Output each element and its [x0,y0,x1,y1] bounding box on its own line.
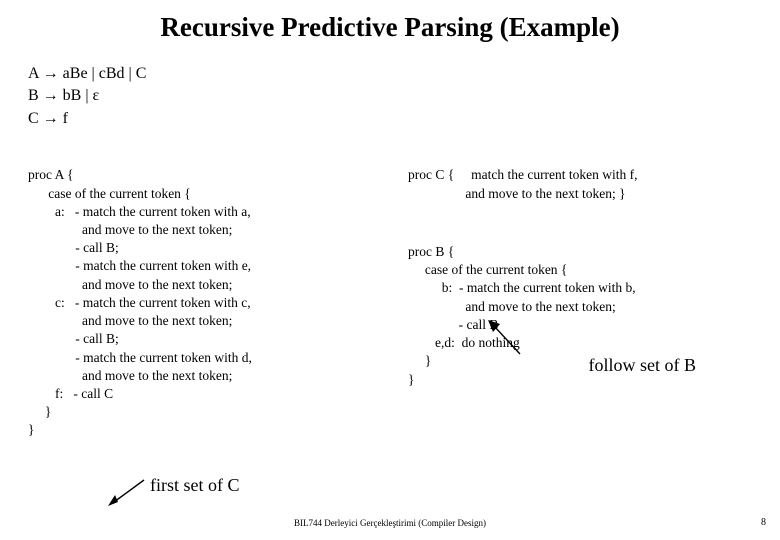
page-number: 8 [761,517,766,528]
proc-c-l0: proc C { match the current token with f, [408,167,638,182]
proc-a-l8: and move to the next token; [28,313,232,328]
grammar-line-3: C → f [28,108,752,130]
proc-b-block: proc B { case of the current token { b: … [408,225,752,389]
proc-a-l11: and move to the next token; [28,368,232,383]
spacer [408,203,752,225]
proc-a-l13: } [28,404,51,419]
annotation-follow-set-b: follow set of B [589,353,697,377]
annotation-first-set-c: first set of C [150,473,240,497]
proc-a-l3: and move to the next token; [28,222,232,237]
proc-b-l7: } [408,372,414,387]
right-column: proc C { match the current token with f,… [408,148,752,440]
proc-b-l3: and move to the next token; [408,299,616,314]
proc-c-block: proc C { match the current token with f,… [408,148,752,203]
arrow-first-c-icon [108,478,150,508]
proc-a-l7: c: - match the current token with c, [28,295,251,310]
proc-a-l12: f: - call C [28,386,113,401]
proc-a-l2: a: - match the current token with a, [28,204,251,219]
left-column: proc A { case of the current token { a: … [28,148,398,440]
grammar-block: A → aBe | cBd | C B → bB | ε C → f [28,63,752,130]
footer-text: BIL744 Derleyici Gerçekleştirimi (Compil… [0,518,780,528]
proc-a-l4: - call B; [28,240,119,255]
proc-a-l9: - call B; [28,331,119,346]
proc-a-l6: and move to the next token; [28,277,232,292]
proc-a-l10: - match the current token with d, [28,350,252,365]
proc-c-l1: and move to the next token; } [408,186,626,201]
proc-a-l14: } [28,422,34,437]
proc-a-l5: - match the current token with e, [28,258,251,273]
slide: Recursive Predictive Parsing (Example) A… [0,0,780,540]
proc-b-l4: - call B [408,317,498,332]
proc-b-l1: case of the current token { [408,262,567,277]
grammar-line-2: B → bB | ε [28,85,752,107]
proc-b-l2: b: - match the current token with b, [408,280,636,295]
proc-a-block: proc A { case of the current token { a: … [28,148,398,440]
proc-b-l0: proc B { [408,244,454,259]
grammar-line-1: A → aBe | cBd | C [28,63,752,85]
content-columns: proc A { case of the current token { a: … [28,148,752,440]
page-title: Recursive Predictive Parsing (Example) [28,12,752,43]
arrow-follow-b-icon [486,320,526,356]
proc-a-l1: case of the current token { [28,186,191,201]
proc-b-l6: } [408,353,431,368]
proc-a-l0: proc A { [28,167,73,182]
